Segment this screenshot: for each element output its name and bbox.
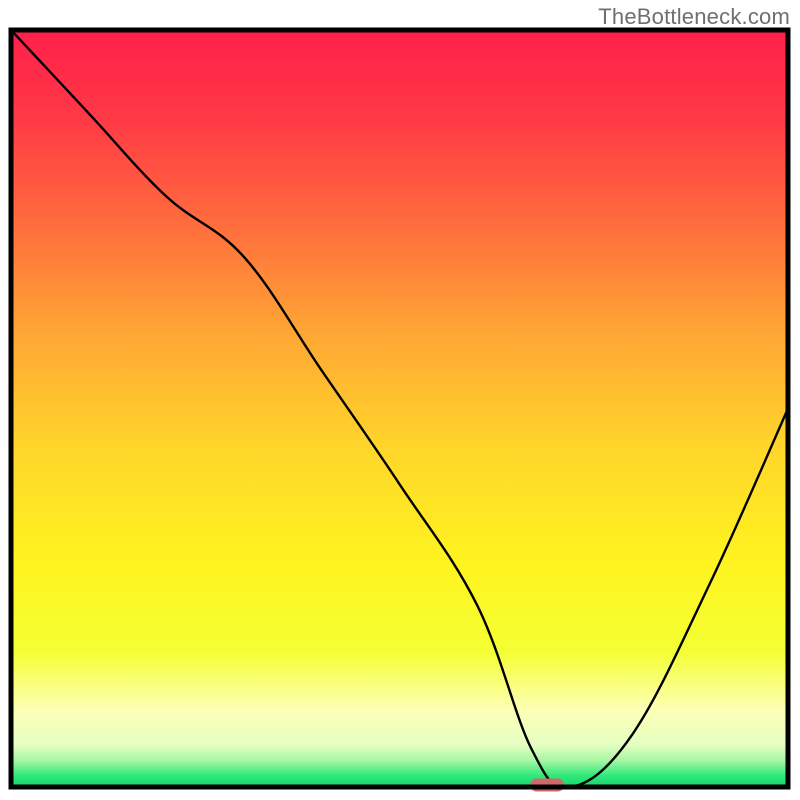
bottleneck-chart bbox=[0, 0, 800, 800]
watermark-text: TheBottleneck.com bbox=[598, 4, 790, 30]
chart-container: { "watermark": "TheBottleneck.com", "cha… bbox=[0, 0, 800, 800]
